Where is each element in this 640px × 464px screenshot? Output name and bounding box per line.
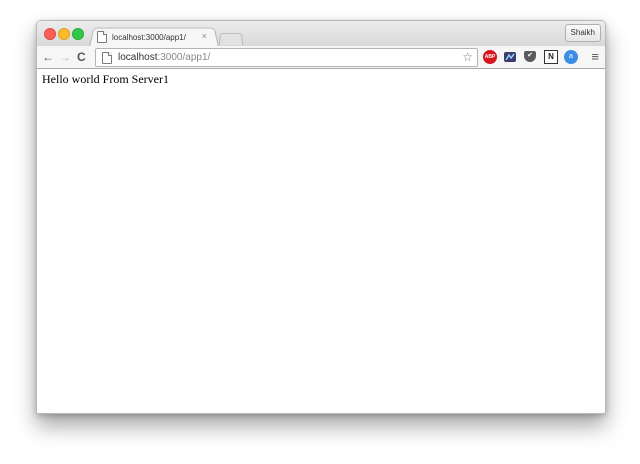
adblock-plus-icon[interactable]: ABP <box>483 50 497 64</box>
url-host: localhost <box>118 52 158 63</box>
close-window-button[interactable] <box>44 28 56 40</box>
maximize-window-button[interactable] <box>72 28 84 40</box>
tab-title: localhost:3000/app1/ <box>112 32 186 42</box>
toolbar: ← → C localhost:3000/app1/ ☆ ABP ✔ N a ≡ <box>37 46 605 69</box>
browser-window: localhost:3000/app1/ × Shaikh ← → C loca… <box>36 20 606 414</box>
page-icon <box>97 31 107 43</box>
n-extension-icon[interactable]: N <box>544 50 558 64</box>
tab-content[interactable]: localhost:3000/app1/ × <box>97 28 215 46</box>
url-text[interactable]: localhost:3000/app1/ <box>118 52 210 63</box>
url-path: :3000/app1/ <box>157 52 211 63</box>
pocket-icon[interactable]: ✔ <box>524 51 536 62</box>
tab-close-icon[interactable]: × <box>202 31 207 41</box>
title-bar: localhost:3000/app1/ × Shaikh <box>37 21 605 47</box>
page-icon <box>102 51 112 64</box>
reload-icon[interactable]: C <box>77 49 86 65</box>
address-bar[interactable]: localhost:3000/app1/ ☆ <box>95 48 478 67</box>
page-text: Hello world From Server1 <box>42 72 169 86</box>
menu-icon[interactable]: ≡ <box>591 50 599 64</box>
forward-arrow-icon[interactable]: → <box>59 49 71 65</box>
minimize-window-button[interactable] <box>58 28 70 40</box>
back-arrow-icon[interactable]: ← <box>42 49 54 65</box>
extension-blue-icon[interactable]: a <box>564 50 578 64</box>
profile-button[interactable]: Shaikh <box>564 24 601 42</box>
bookmark-star-icon[interactable]: ☆ <box>462 49 473 66</box>
extension-icon[interactable] <box>503 50 517 64</box>
page-content: Hello world From Server1 <box>37 69 605 413</box>
new-tab-button[interactable] <box>219 33 243 45</box>
